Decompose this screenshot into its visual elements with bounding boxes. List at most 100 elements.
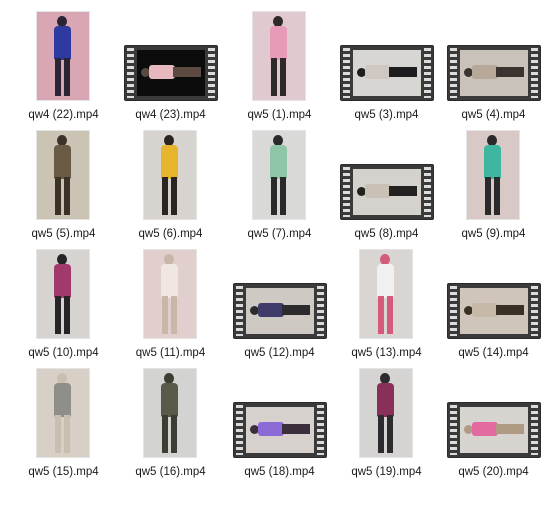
- filmstrip-perforations-left: [450, 405, 457, 455]
- figure-body: [258, 303, 284, 317]
- video-file-item[interactable]: qw5 (5).mp4: [10, 129, 117, 247]
- filmstrip-perforations-right: [424, 48, 431, 98]
- filmstrip-frame: [137, 50, 205, 96]
- filmstrip-frame: [460, 407, 528, 453]
- file-name-label: qw5 (3).mp4: [354, 109, 419, 121]
- video-file-item[interactable]: qw4 (22).mp4: [10, 10, 117, 128]
- video-file-item[interactable]: qw5 (15).mp4: [10, 367, 117, 485]
- figure-body: [54, 383, 71, 417]
- figure-body: [161, 383, 178, 417]
- figure-leg-right: [171, 415, 177, 453]
- file-name-label: qw5 (20).mp4: [458, 466, 529, 478]
- video-file-item[interactable]: qw5 (1).mp4: [226, 10, 333, 128]
- file-name-label: qw5 (19).mp4: [351, 466, 422, 478]
- video-file-item[interactable]: qw5 (6).mp4: [117, 129, 224, 247]
- portrait-frame: [37, 12, 89, 100]
- figure-leg-left: [271, 177, 277, 215]
- portrait-frame: [37, 250, 89, 338]
- figure-body: [161, 145, 178, 179]
- figure-body: [149, 65, 175, 79]
- figure-legs: [282, 424, 310, 434]
- video-file-item[interactable]: qw5 (14).mp4: [440, 248, 547, 366]
- video-file-item[interactable]: qw5 (8).mp4: [333, 129, 440, 247]
- filmstrip-icon: [448, 284, 540, 338]
- figure-leg-left: [55, 177, 61, 215]
- filmstrip-perforations-right: [531, 405, 538, 455]
- filmstrip-icon: [234, 403, 326, 457]
- filmstrip-perforations-left: [236, 286, 243, 336]
- figure-legs: [496, 424, 524, 434]
- video-thumbnail: [10, 129, 117, 229]
- video-thumbnail: [440, 248, 547, 348]
- filmstrip-perforations-left: [450, 48, 457, 98]
- video-thumbnail: [440, 367, 547, 467]
- filmstrip-perforations-left: [127, 48, 134, 98]
- file-name-label: qw4 (23).mp4: [135, 109, 206, 121]
- video-file-item[interactable]: qw5 (11).mp4: [117, 248, 224, 366]
- figure-body: [54, 145, 71, 179]
- filmstrip-icon: [341, 165, 433, 219]
- video-file-item[interactable]: qw5 (3).mp4: [333, 10, 440, 128]
- filmstrip-frame: [353, 50, 421, 96]
- figure-leg-left: [55, 415, 61, 453]
- video-thumbnail: [117, 10, 224, 110]
- figure-leg-right: [171, 177, 177, 215]
- file-name-label: qw5 (16).mp4: [135, 466, 206, 478]
- video-thumbnail: [440, 10, 547, 110]
- portrait-frame: [144, 250, 196, 338]
- figure-body: [484, 145, 501, 179]
- filmstrip-perforations-right: [531, 286, 538, 336]
- video-file-item[interactable]: qw5 (18).mp4: [226, 367, 333, 485]
- file-name-label: qw5 (7).mp4: [247, 228, 312, 240]
- figure-legs: [173, 67, 201, 77]
- portrait-frame: [467, 131, 519, 219]
- filmstrip-frame: [460, 50, 528, 96]
- file-name-label: qw5 (8).mp4: [354, 228, 419, 240]
- figure-leg-left: [55, 58, 61, 96]
- figure-leg-right: [64, 415, 70, 453]
- figure-body: [54, 264, 71, 298]
- filmstrip-icon: [234, 284, 326, 338]
- video-file-item[interactable]: qw5 (9).mp4: [440, 129, 547, 247]
- portrait-frame: [360, 369, 412, 457]
- file-browser-view: { "files": [ {"name": "qw4 (22).mp4", "k…: [0, 0, 548, 512]
- figure-leg-left: [378, 296, 384, 334]
- figure-leg-left: [162, 415, 168, 453]
- filmstrip-perforations-left: [236, 405, 243, 455]
- video-thumbnail: [10, 367, 117, 467]
- figure-leg-left: [485, 177, 491, 215]
- video-thumbnail: [226, 129, 333, 229]
- figure-leg-left: [55, 296, 61, 334]
- filmstrip-frame: [246, 407, 314, 453]
- filmstrip-perforations-right: [317, 405, 324, 455]
- video-file-item[interactable]: qw5 (4).mp4: [440, 10, 547, 128]
- video-file-item[interactable]: qw5 (13).mp4: [333, 248, 440, 366]
- figure-leg-right: [171, 296, 177, 334]
- video-file-item[interactable]: qw5 (12).mp4: [226, 248, 333, 366]
- figure-leg-right: [280, 177, 286, 215]
- figure-leg-left: [162, 177, 168, 215]
- file-name-label: qw5 (9).mp4: [461, 228, 526, 240]
- figure-body: [365, 184, 391, 198]
- video-file-item[interactable]: qw4 (23).mp4: [117, 10, 224, 128]
- video-file-item[interactable]: qw5 (19).mp4: [333, 367, 440, 485]
- video-file-item[interactable]: qw5 (7).mp4: [226, 129, 333, 247]
- portrait-frame: [253, 131, 305, 219]
- video-thumbnail: [226, 248, 333, 348]
- figure-body: [472, 422, 498, 436]
- file-name-label: qw5 (11).mp4: [135, 347, 206, 359]
- portrait-frame: [37, 131, 89, 219]
- video-file-item[interactable]: qw5 (16).mp4: [117, 367, 224, 485]
- video-file-item[interactable]: qw5 (20).mp4: [440, 367, 547, 485]
- video-thumbnail: [117, 248, 224, 348]
- video-thumbnail: [333, 10, 440, 110]
- video-file-item[interactable]: qw5 (10).mp4: [10, 248, 117, 366]
- figure-legs: [496, 67, 524, 77]
- file-name-label: qw5 (10).mp4: [28, 347, 99, 359]
- figure-leg-right: [64, 296, 70, 334]
- file-name-label: qw5 (14).mp4: [458, 347, 529, 359]
- figure-legs: [496, 305, 524, 315]
- figure-body: [270, 145, 287, 179]
- filmstrip-icon: [448, 46, 540, 100]
- figure-body: [258, 422, 284, 436]
